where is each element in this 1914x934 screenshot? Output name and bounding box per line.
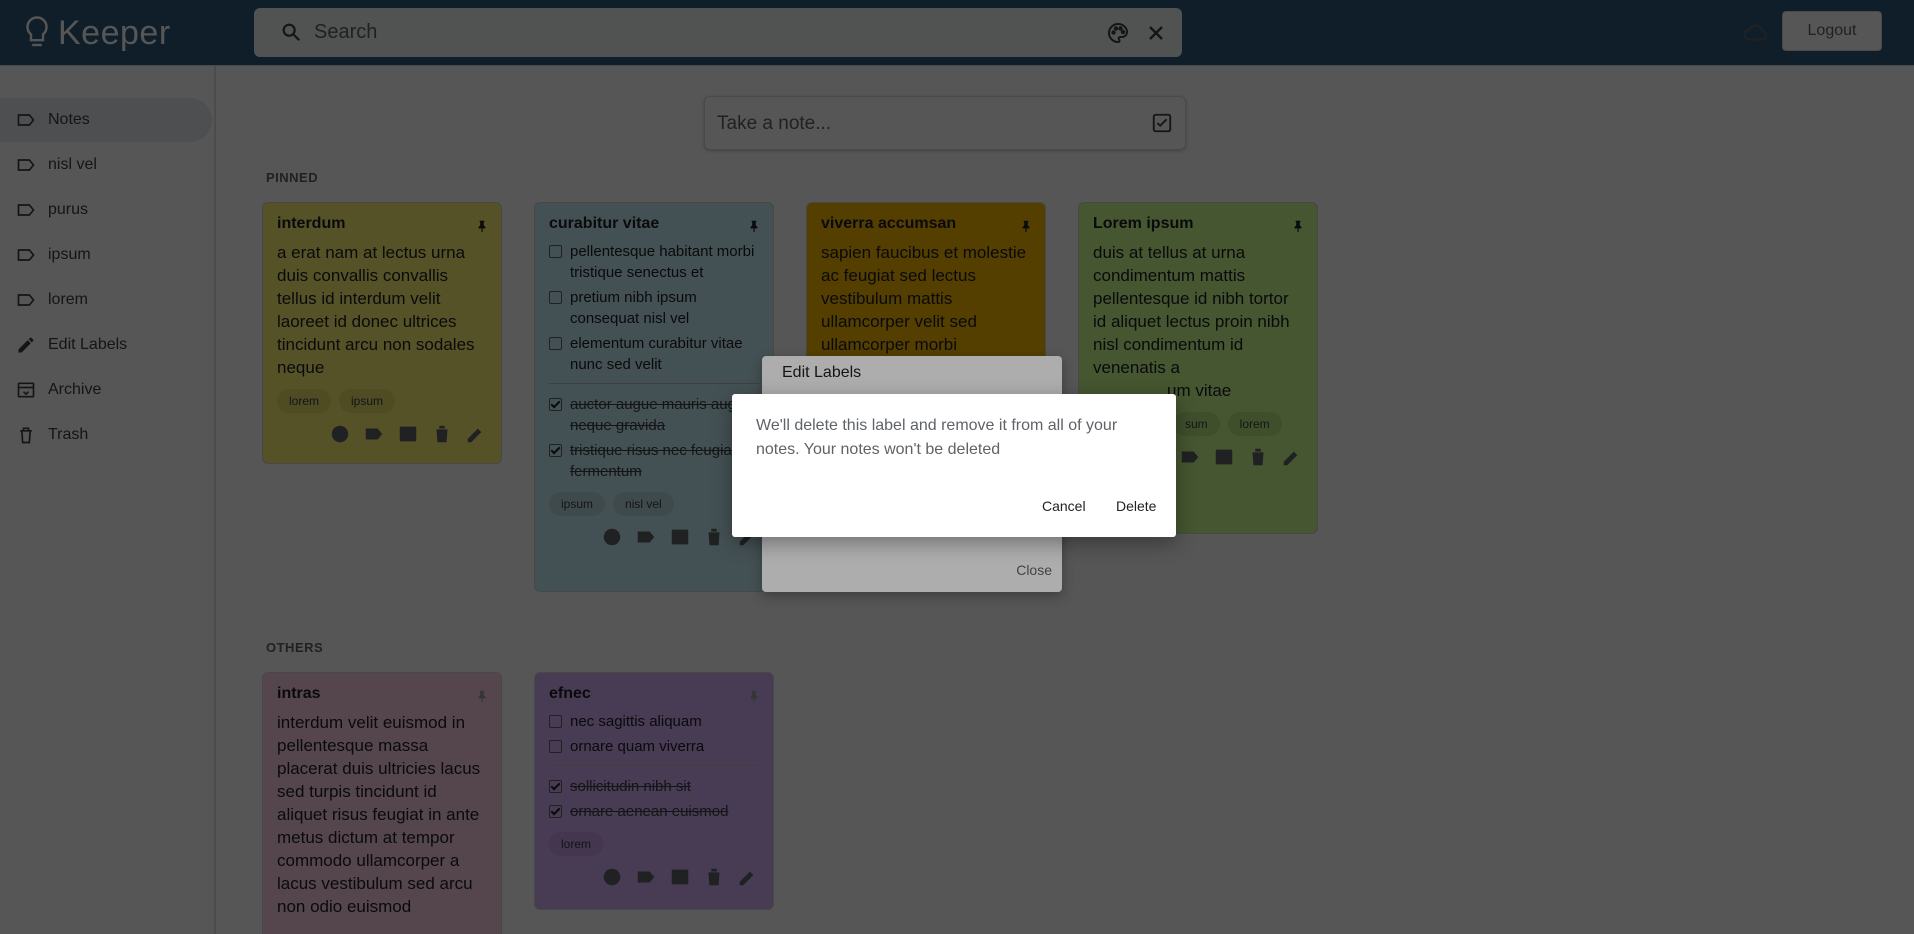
confirm-message: We'll delete this label and remove it fr… xyxy=(756,417,1118,458)
delete-button[interactable]: Delete xyxy=(1108,494,1164,518)
delete-label-confirm-dialog: We'll delete this label and remove it fr… xyxy=(732,394,1176,537)
cancel-button[interactable]: Cancel xyxy=(1034,494,1094,518)
